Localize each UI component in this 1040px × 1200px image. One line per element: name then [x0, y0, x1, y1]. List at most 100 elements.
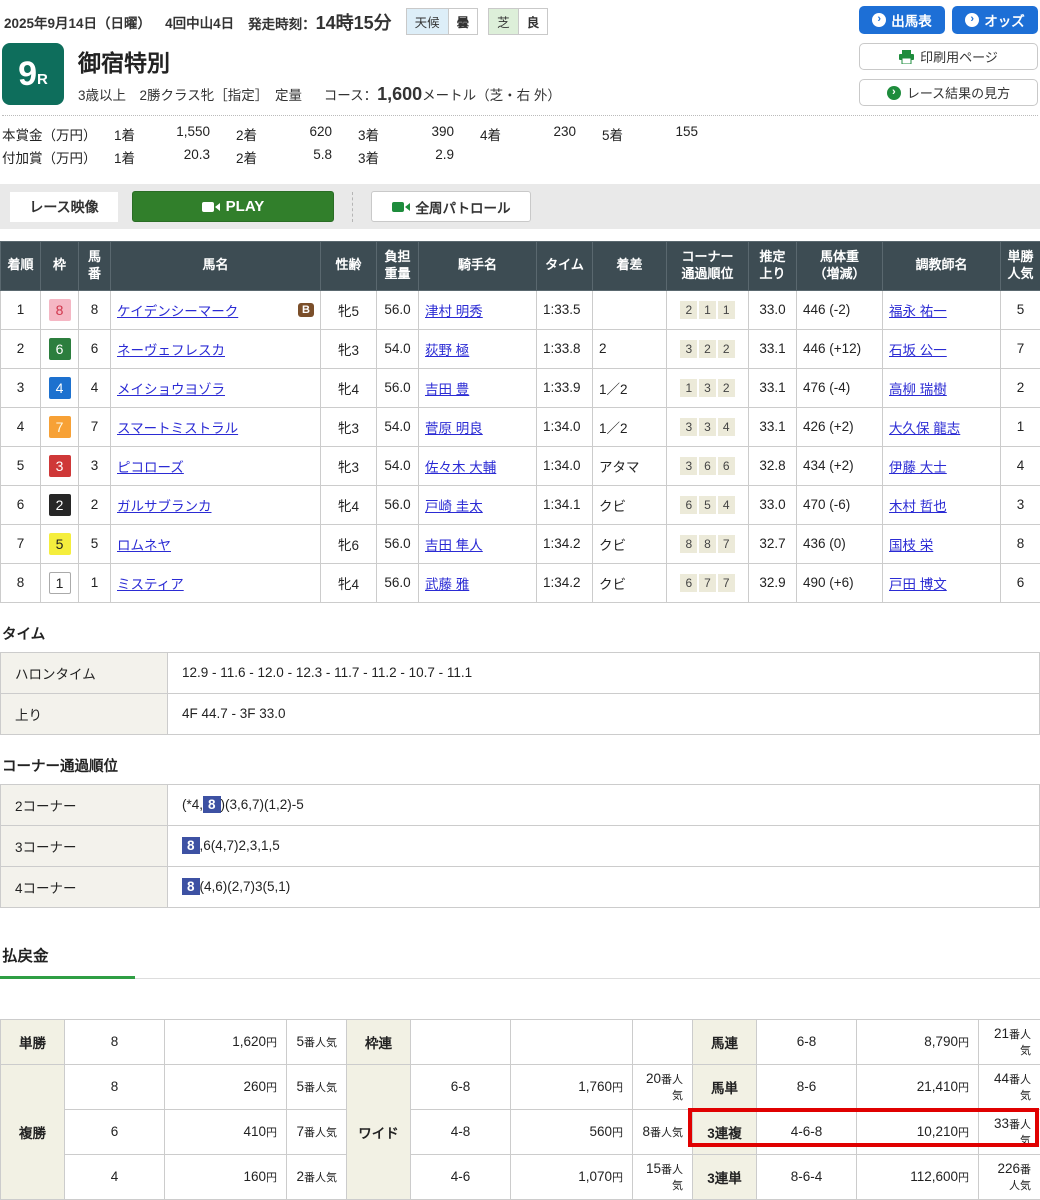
jockey-link[interactable]: 津村 明秀: [425, 304, 483, 319]
amount-value: 410: [243, 1124, 266, 1139]
entry-table-button[interactable]: 出馬表: [859, 6, 945, 34]
corner-order-text: ,6(4,7)2,3,1,5: [200, 838, 280, 853]
odds-button[interactable]: オッズ: [952, 6, 1038, 34]
horse-name-link[interactable]: スマートミストラル: [117, 421, 238, 436]
bracket-quinella-amount: [511, 1019, 633, 1064]
jockey-link[interactable]: 吉田 隼人: [425, 538, 483, 553]
bracket-number: 3: [49, 455, 71, 477]
trainer-link[interactable]: 福永 祐一: [889, 304, 947, 319]
wide-popularity: 20番人気: [633, 1064, 693, 1109]
agari-label: 上り: [1, 693, 168, 734]
pop-value: 20: [646, 1071, 661, 1086]
exacta-amount: 21,410円: [857, 1064, 979, 1109]
turf-label: 芝: [489, 9, 518, 34]
yen-suffix: 円: [958, 1127, 969, 1139]
corner-position: 8: [699, 535, 716, 553]
bracket-quinella-label: 枠連: [347, 1019, 411, 1064]
finish-position: 4: [1, 407, 41, 446]
print-page-button[interactable]: 印刷用ページ: [859, 43, 1038, 70]
trio-label: 3連複: [693, 1109, 757, 1154]
wide-popularity: 15番人気: [633, 1154, 693, 1199]
prize-place: 2着: [236, 124, 280, 144]
winner-highlight: 8: [203, 796, 221, 813]
corner-order-text: (4,6)(2,7)3(5,1): [200, 879, 291, 894]
jockey-link[interactable]: 戸崎 圭太: [425, 499, 483, 514]
race-meeting: 4回中山4日: [165, 12, 234, 32]
trainer-link[interactable]: 大久保 龍志: [889, 421, 960, 436]
last-3f: 33.0: [749, 290, 797, 329]
corner-position: 4: [718, 418, 735, 436]
trainer-link[interactable]: 伊藤 大士: [889, 460, 947, 475]
sex-age: 牝4: [321, 485, 377, 524]
sex-age: 牝3: [321, 446, 377, 485]
video-camera-icon: [202, 201, 220, 213]
weather-badge: 天候 曇: [406, 8, 479, 35]
yen-suffix: 円: [612, 1082, 623, 1094]
added-prize-label: 付加賞（万円）: [2, 147, 114, 167]
corner-2-label: 2コーナー: [1, 784, 168, 825]
last-3f: 33.1: [749, 368, 797, 407]
place-amount: 410円: [165, 1109, 287, 1154]
horse-name-link[interactable]: ケイデンシーマーク: [117, 300, 238, 320]
margin: [593, 290, 667, 329]
trainer-link[interactable]: 国枝 栄: [889, 538, 933, 553]
amount-value: 10,210: [917, 1124, 958, 1139]
jockey-link[interactable]: 菅原 明良: [425, 421, 483, 436]
video-button-strip: レース映像 PLAY 全周パトロール: [0, 184, 1040, 229]
corner-4-value: 8(4,6)(2,7)3(5,1): [168, 866, 1040, 907]
course-suffix: メートル（芝・右 外）: [422, 88, 561, 103]
jockey-link[interactable]: 吉田 豊: [425, 382, 469, 397]
jockey-link[interactable]: 佐々木 大輔: [425, 460, 496, 475]
win-popularity: 4: [1001, 446, 1040, 485]
horse-name-link[interactable]: ミスティア: [117, 577, 184, 592]
corner-order-table: 2コーナー (*4,8)(3,6,7)(1,2)-5 3コーナー 8,6(4,7…: [0, 784, 1040, 908]
time-table: ハロンタイム 12.9 - 11.6 - 12.0 - 12.3 - 11.7 …: [0, 652, 1040, 735]
place-popularity: 5番人気: [287, 1064, 347, 1109]
race-number-suffix: R: [37, 71, 48, 88]
quinella-amount: 8,790円: [857, 1019, 979, 1064]
corner-position: 1: [699, 301, 716, 319]
sex-age: 牝4: [321, 563, 377, 602]
pop-value: 44: [994, 1071, 1009, 1086]
start-time-group: 発走時刻：14時15分: [248, 9, 392, 35]
amount-value: 160: [243, 1169, 266, 1184]
amount-value: 21,410: [917, 1079, 958, 1094]
jockey-link[interactable]: 武藤 雅: [425, 577, 469, 592]
horse-name-link[interactable]: ロムネヤ: [117, 538, 171, 553]
corner-position: 8: [680, 535, 697, 553]
finish-time: 1:33.9: [537, 368, 593, 407]
horse-name-link[interactable]: メイショウヨゾラ: [117, 382, 225, 397]
carried-weight: 56.0: [377, 563, 419, 602]
result-row: 2 6 6 ネーヴェフレスカ 牝3 54.0 荻野 極 1:33.8 2 322…: [1, 329, 1040, 368]
corner-position: 3: [680, 457, 697, 475]
col-bracket: 枠: [41, 242, 79, 291]
col-trainer: 調教師名: [883, 242, 1001, 291]
bracket-number: 2: [49, 494, 71, 516]
trainer-link[interactable]: 戸田 博文: [889, 577, 947, 592]
trifecta-number: 8-6-4: [757, 1154, 857, 1199]
win-popularity: 7: [1001, 329, 1040, 368]
col-time: タイム: [537, 242, 593, 291]
trainer-link[interactable]: 高柳 瑞樹: [889, 382, 947, 397]
patrol-video-button[interactable]: 全周パトロール: [371, 191, 531, 222]
horse-name-link[interactable]: ピコローズ: [117, 460, 184, 475]
play-button[interactable]: PLAY: [132, 191, 334, 222]
trainer-link[interactable]: 石坂 公一: [889, 343, 947, 358]
how-to-read-button[interactable]: レース結果の見方: [859, 79, 1038, 106]
win-popularity: 3: [1001, 485, 1040, 524]
jockey-link[interactable]: 荻野 極: [425, 343, 469, 358]
arrow-circle-icon: [965, 13, 979, 27]
carried-weight: 56.0: [377, 290, 419, 329]
yen-suffix: 円: [266, 1127, 277, 1139]
race-video-button[interactable]: レース映像: [10, 192, 118, 222]
prize-place: 1着: [114, 147, 158, 167]
finish-position: 6: [1, 485, 41, 524]
col-horse-name: 馬名: [111, 242, 321, 291]
horse-weight: 476 (-4): [797, 368, 883, 407]
horse-name-link[interactable]: ガルサブランカ: [117, 499, 212, 514]
furlong-time-value: 12.9 - 11.6 - 12.0 - 12.3 - 11.7 - 11.2 …: [168, 652, 1040, 693]
trainer-link[interactable]: 木村 哲也: [889, 499, 947, 514]
pop-suffix: 番人気: [1009, 1029, 1031, 1057]
horse-name-link[interactable]: ネーヴェフレスカ: [117, 343, 225, 358]
bracket-number: 8: [49, 299, 71, 321]
